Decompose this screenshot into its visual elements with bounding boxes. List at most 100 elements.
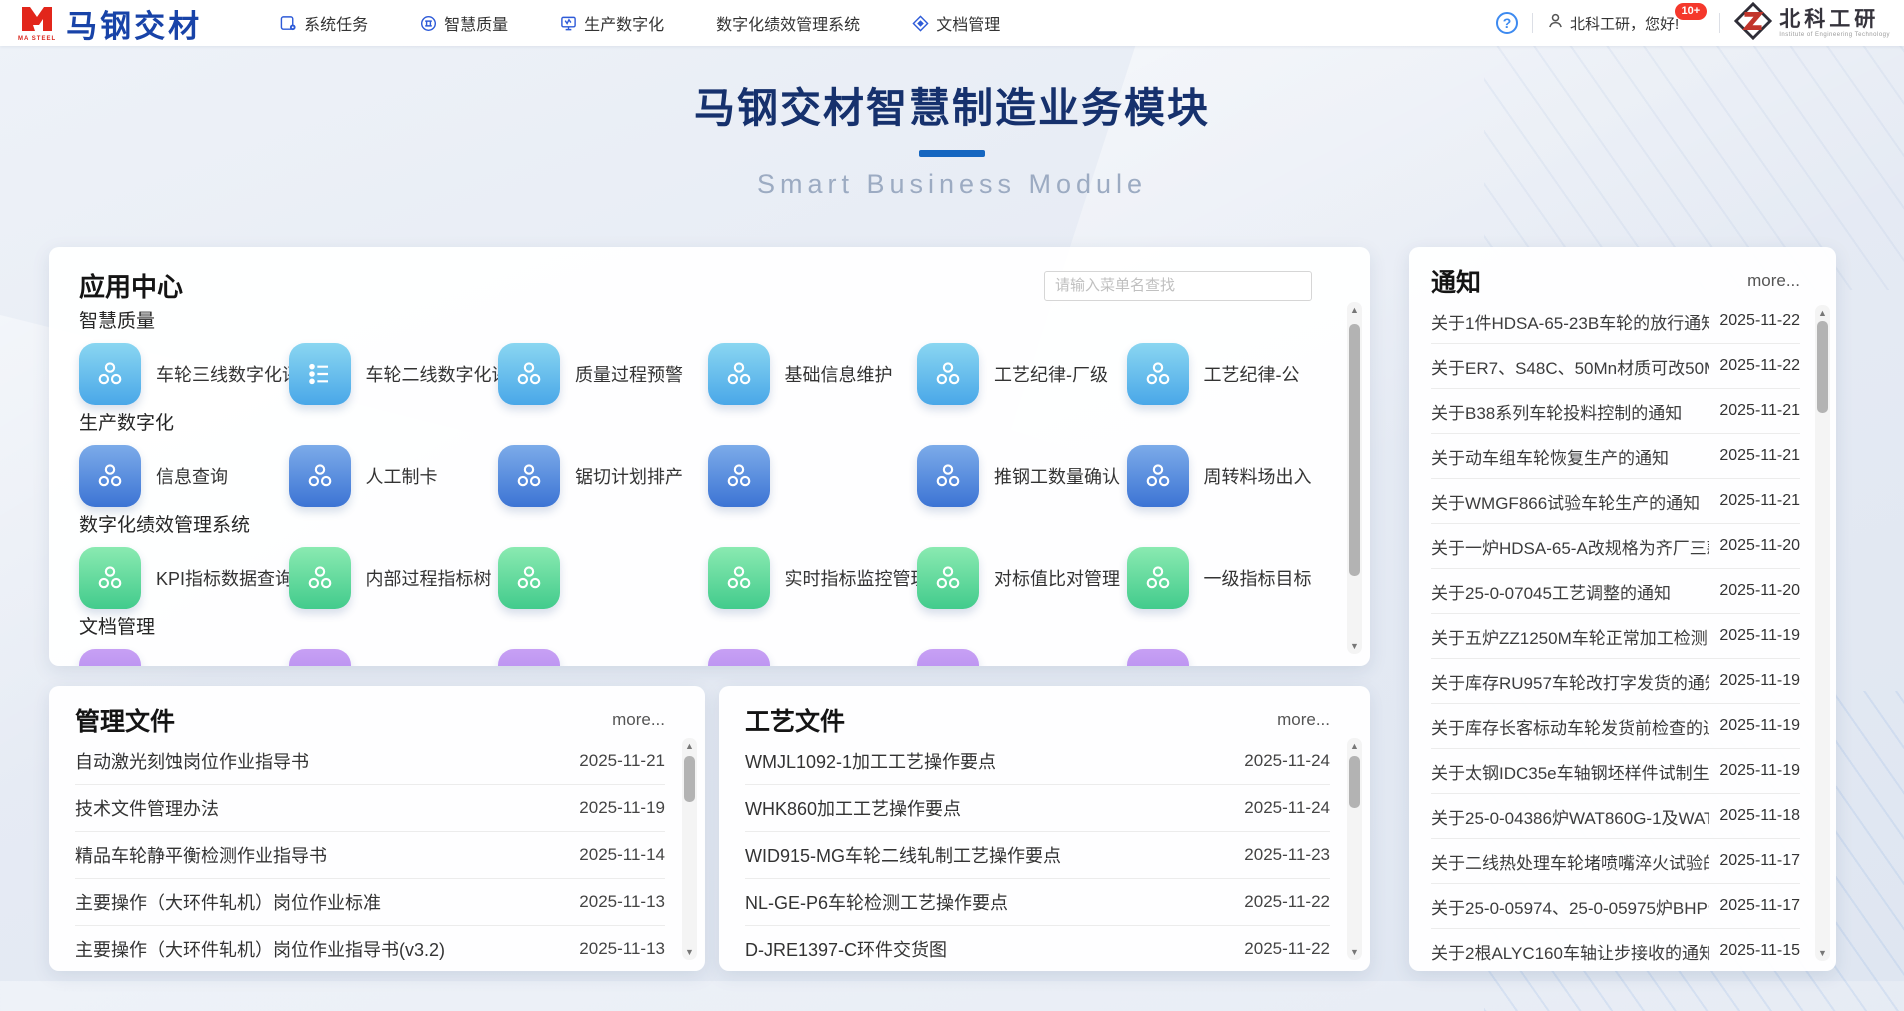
app-shortcut[interactable] xyxy=(917,649,1127,666)
notice-row[interactable]: 关于库存RU957车轮改打字发货的通知 2025-11-19 xyxy=(1431,659,1800,704)
section-label-document-management: 文档管理 xyxy=(79,616,1336,640)
scrollbar-thumb[interactable] xyxy=(1817,321,1828,413)
app-shortcut[interactable]: 实时指标监控管理 xyxy=(708,547,918,609)
scroll-up-arrow[interactable]: ▲ xyxy=(1347,303,1362,317)
notice-date: 2025-11-15 xyxy=(1719,942,1800,960)
scroll-up-arrow[interactable]: ▲ xyxy=(1815,306,1830,320)
management-files-list: 自动激光刻蚀岗位作业指导书 2025-11-21 技术文件管理办法 2025-1… xyxy=(75,738,665,971)
notice-row[interactable]: 关于库存长客标动车轮发货前检查的通知 2025-11-19 xyxy=(1431,704,1800,749)
app-shortcut[interactable] xyxy=(498,547,708,609)
management-files-scrollbar[interactable]: ▲ ▼ xyxy=(682,738,697,960)
app-center-title: 应用中心 xyxy=(79,267,183,304)
app-shortcut[interactable]: 车轮三线数字化评价 xyxy=(79,343,289,405)
menu-item-document-management[interactable]: 文档管理 xyxy=(912,11,1000,35)
app-shortcut[interactable]: 工艺纪律-厂级 xyxy=(917,343,1127,405)
notice-row[interactable]: 关于一炉HDSA-65-A改规格为齐厂三款H... 2025-11-20 xyxy=(1431,524,1800,569)
partner-name: 北科工研 xyxy=(1779,9,1890,30)
scrollbar-thumb[interactable] xyxy=(1349,324,1360,576)
document-title: WID915-MG车轮二线轧制工艺操作要点 xyxy=(745,842,1061,868)
page-title: 马钢交材智慧制造业务模块 xyxy=(0,74,1904,134)
process-files-more-link[interactable]: more... xyxy=(1277,710,1330,730)
document-row[interactable]: 精品车轮静平衡检测作业指导书 2025-11-14 xyxy=(75,832,665,879)
scroll-down-arrow[interactable]: ▼ xyxy=(1347,945,1362,959)
scrollbar-thumb[interactable] xyxy=(684,756,695,802)
app-shortcut[interactable]: 锯切计划排产 xyxy=(498,445,708,507)
notice-row[interactable]: 关于五炉ZZ1250M车轮正常加工检测的通... 2025-11-19 xyxy=(1431,614,1800,659)
document-row[interactable]: D-JRE1397-C环件交货图 2025-11-22 xyxy=(745,926,1330,971)
user-menu[interactable]: 北科工研，您好! 10+ xyxy=(1547,12,1705,34)
app-icon xyxy=(708,547,770,609)
scroll-up-arrow[interactable]: ▲ xyxy=(1347,739,1362,753)
process-files-title: 工艺文件 xyxy=(745,702,845,738)
scrollbar-thumb[interactable] xyxy=(1349,756,1360,808)
app-shortcut[interactable]: 工艺纪律-公 xyxy=(1127,343,1337,405)
scroll-down-arrow[interactable]: ▼ xyxy=(682,945,697,959)
app-shortcut[interactable] xyxy=(708,445,918,507)
document-row[interactable]: 主要操作（大环件轧机）岗位作业标准 2025-11-13 xyxy=(75,879,665,926)
app-icon xyxy=(289,649,351,666)
menu-item-smart-quality[interactable]: 智慧质量 xyxy=(420,11,508,35)
management-files-panel: 管理文件 more... 自动激光刻蚀岗位作业指导书 2025-11-21 技术… xyxy=(49,686,705,971)
notice-row[interactable]: 关于25-0-04386炉WAT860G-1及WAT860... 2025-11… xyxy=(1431,794,1800,839)
notice-title: 关于太钢IDC35e车轴钢坯样件试制生产试... xyxy=(1431,759,1709,784)
management-files-more-link[interactable]: more... xyxy=(612,710,665,730)
app-shortcut[interactable] xyxy=(1127,649,1337,666)
notice-row[interactable]: 关于ER7、S48C、50Mn材质可改50Mn-T... 2025-11-22 xyxy=(1431,344,1800,389)
notice-title: 关于WMGF866试验车轮生产的通知 xyxy=(1431,489,1700,514)
notices-scrollbar[interactable]: ▲ ▼ xyxy=(1815,305,1830,961)
app-shortcut[interactable] xyxy=(708,649,918,666)
help-icon[interactable]: ? xyxy=(1496,12,1518,34)
app-icon xyxy=(289,445,351,507)
notice-date: 2025-11-19 xyxy=(1719,627,1800,645)
scroll-down-arrow[interactable]: ▼ xyxy=(1347,639,1362,653)
document-date: 2025-11-19 xyxy=(579,798,665,818)
notice-row[interactable]: 关于B38系列车轮投料控制的通知 2025-11-21 xyxy=(1431,389,1800,434)
app-icon xyxy=(917,547,979,609)
menu-search-input[interactable] xyxy=(1044,271,1312,301)
scroll-up-arrow[interactable]: ▲ xyxy=(682,739,697,753)
app-shortcut[interactable]: 车轮二线数字化评价 xyxy=(289,343,499,405)
notice-row[interactable]: 关于1件HDSA-65-23B车轮的放行通知 2025-11-22 xyxy=(1431,299,1800,344)
document-row[interactable]: 自动激光刻蚀岗位作业指导书 2025-11-21 xyxy=(75,738,665,785)
app-icon xyxy=(498,649,560,666)
app-shortcut[interactable]: 周转料场出入 xyxy=(1127,445,1337,507)
app-shortcut[interactable]: 对标值比对管理 xyxy=(917,547,1127,609)
app-shortcut[interactable] xyxy=(289,649,499,666)
notice-date: 2025-11-21 xyxy=(1719,492,1800,510)
notice-row[interactable]: 关于二线热处理车轮堵喷嘴淬火试验的通知 2025-11-17 xyxy=(1431,839,1800,884)
document-title: D-JRE1397-C环件交货图 xyxy=(745,936,947,962)
menu-item-performance-system[interactable]: 数字化绩效管理系统 xyxy=(716,11,860,35)
app-shortcut[interactable]: 一级指标目标 xyxy=(1127,547,1337,609)
notice-row[interactable]: 关于2根ALYC160车轴让步接收的通知 2025-11-15 xyxy=(1431,929,1800,971)
notice-row[interactable]: 关于25-0-05974、25-0-05975炉BHP970... 2025-1… xyxy=(1431,884,1800,929)
document-row[interactable]: NL-GE-P6车轮检测工艺操作要点 2025-11-22 xyxy=(745,879,1330,926)
brand-logo[interactable]: MA STEEL 马钢交材 xyxy=(18,1,202,46)
app-shortcut[interactable]: 质量过程预警 xyxy=(498,343,708,405)
app-grid-performance-system: KPI指标数据查询 内部过程指标树 xyxy=(79,547,1336,609)
app-icon xyxy=(917,649,979,666)
app-shortcut[interactable]: 信息查询 xyxy=(79,445,289,507)
document-row[interactable]: WMJL1092-1加工工艺操作要点 2025-11-24 xyxy=(745,738,1330,785)
app-shortcut[interactable]: 基础信息维护 xyxy=(708,343,918,405)
app-center-scrollbar[interactable]: ▲ ▼ xyxy=(1347,302,1362,654)
menu-item-production-digital[interactable]: 生产数字化 xyxy=(560,11,664,35)
notice-row[interactable]: 关于25-0-07045工艺调整的通知 2025-11-20 xyxy=(1431,569,1800,614)
menu-item-system-tasks[interactable]: 系统任务 xyxy=(280,11,368,35)
notice-row[interactable]: 关于太钢IDC35e车轴钢坯样件试制生产试... 2025-11-19 xyxy=(1431,749,1800,794)
app-shortcut[interactable]: 推钢工数量确认 xyxy=(917,445,1127,507)
document-date: 2025-11-22 xyxy=(1244,892,1330,912)
document-row[interactable]: 主要操作（大环件轧机）岗位作业指导书(v3.2) 2025-11-13 xyxy=(75,926,665,971)
app-shortcut[interactable] xyxy=(79,649,289,666)
document-row[interactable]: WHK860加工工艺操作要点 2025-11-24 xyxy=(745,785,1330,832)
notice-row[interactable]: 关于WMGF866试验车轮生产的通知 2025-11-21 xyxy=(1431,479,1800,524)
document-row[interactable]: WID915-MG车轮二线轧制工艺操作要点 2025-11-23 xyxy=(745,832,1330,879)
document-row[interactable]: 技术文件管理办法 2025-11-19 xyxy=(75,785,665,832)
app-shortcut[interactable]: 人工制卡 xyxy=(289,445,499,507)
process-files-scrollbar[interactable]: ▲ ▼ xyxy=(1347,738,1362,960)
app-shortcut[interactable]: KPI指标数据查询 xyxy=(79,547,289,609)
notices-more-link[interactable]: more... xyxy=(1747,271,1800,291)
app-shortcut[interactable]: 内部过程指标树 xyxy=(289,547,499,609)
scroll-down-arrow[interactable]: ▼ xyxy=(1815,946,1830,960)
app-shortcut[interactable] xyxy=(498,649,708,666)
notice-row[interactable]: 关于动车组车轮恢复生产的通知 2025-11-21 xyxy=(1431,434,1800,479)
